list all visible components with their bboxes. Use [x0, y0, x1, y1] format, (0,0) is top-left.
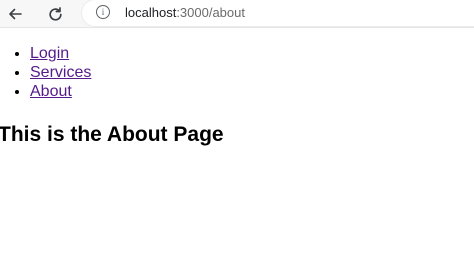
list-item: Services: [30, 63, 474, 82]
nav-list: Login Services About: [0, 44, 474, 101]
back-button[interactable]: [3, 2, 27, 26]
about-link[interactable]: About: [30, 83, 72, 100]
list-item: About: [30, 82, 474, 101]
info-icon[interactable]: i: [96, 5, 110, 19]
address-bar[interactable]: i localhost:3000/about: [82, 0, 474, 26]
page-content: Login Services About This is the About P…: [0, 44, 474, 146]
reload-icon: [48, 6, 62, 21]
back-arrow-icon: [9, 8, 22, 20]
page-title: This is the About Page: [0, 123, 224, 146]
services-link[interactable]: Services: [30, 64, 91, 81]
reload-button[interactable]: [43, 2, 67, 26]
url-path: :3000/about: [176, 5, 245, 20]
browser-toolbar: i localhost:3000/about: [0, 0, 474, 28]
url-text[interactable]: localhost:3000/about: [125, 5, 245, 21]
login-link[interactable]: Login: [30, 45, 69, 62]
url-host: localhost: [125, 5, 177, 20]
list-item: Login: [30, 44, 474, 63]
